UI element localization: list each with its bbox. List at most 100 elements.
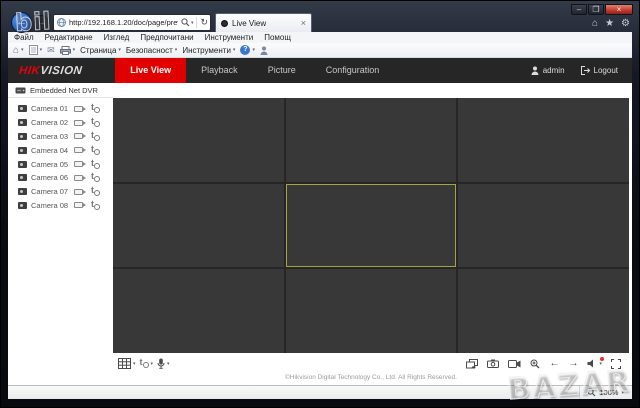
caret-icon: ▾ bbox=[233, 47, 236, 53]
forward-button[interactable]: → bbox=[34, 15, 49, 30]
read-mail-button[interactable]: ✉ bbox=[47, 45, 55, 56]
menu-view[interactable]: Изглед bbox=[104, 33, 130, 42]
camera-label[interactable]: Camera 02 bbox=[31, 118, 70, 127]
minimize-button[interactable]: – bbox=[571, 4, 587, 15]
camera-label[interactable]: Camera 05 bbox=[31, 160, 70, 169]
mail-icon: ✉ bbox=[47, 45, 55, 56]
safety-menu[interactable]: Безопасност ▾ bbox=[126, 46, 177, 55]
menu-help[interactable]: Помощ bbox=[264, 33, 291, 42]
camera-record-icon[interactable] bbox=[91, 132, 100, 141]
copyright-footer: ©Hikvision Digital Technology Co., Ltd. … bbox=[113, 374, 629, 381]
caret-icon: ▾ bbox=[175, 47, 178, 53]
browser-tab[interactable]: Live View × bbox=[215, 13, 312, 32]
next-page-icon[interactable]: → bbox=[568, 359, 578, 369]
camera-record-icon[interactable] bbox=[91, 160, 100, 169]
camera-label[interactable]: Camera 04 bbox=[31, 146, 70, 155]
search-dropdown-icon[interactable]: ▾ bbox=[191, 20, 194, 26]
tab-close-icon[interactable]: × bbox=[301, 18, 306, 28]
digital-zoom-button[interactable] bbox=[530, 359, 540, 369]
camera-stream-icon[interactable] bbox=[74, 175, 83, 181]
camera-stream-icon[interactable] bbox=[74, 189, 83, 195]
home-icon[interactable]: ⌂ bbox=[592, 18, 598, 30]
camera-label[interactable]: Camera 03 bbox=[31, 132, 70, 141]
video-cell[interactable] bbox=[113, 184, 284, 268]
camera-stream-icon[interactable] bbox=[74, 133, 83, 139]
search-icon[interactable]: ▾ bbox=[181, 18, 194, 27]
camera-list-item[interactable]: Camera 03 bbox=[8, 130, 113, 144]
device-node[interactable]: Embedded Net DVR bbox=[8, 83, 113, 98]
video-cell[interactable] bbox=[458, 98, 629, 182]
camera-stream-icon[interactable] bbox=[74, 202, 83, 208]
camera-record-icon[interactable] bbox=[91, 146, 100, 155]
camera-record-icon[interactable] bbox=[91, 173, 100, 182]
camera-stream-icon[interactable] bbox=[74, 106, 83, 112]
settings-gear-icon[interactable]: ⚙ bbox=[621, 18, 630, 30]
page-menu[interactable]: Страница ▾ bbox=[80, 46, 121, 55]
account-button[interactable] bbox=[260, 46, 268, 55]
two-way-audio-button[interactable]: ▾ bbox=[157, 358, 170, 369]
address-bar[interactable]: http://192.168.1.20/doc/page/preview.asp… bbox=[53, 14, 211, 31]
home-button[interactable]: ⌂ ▾ bbox=[13, 45, 24, 56]
feeds-button[interactable]: ▾ bbox=[29, 45, 43, 55]
camera-record-icon[interactable] bbox=[91, 118, 100, 127]
device-name: Embedded Net DVR bbox=[30, 86, 98, 95]
video-cell[interactable] bbox=[113, 98, 284, 182]
window-division-button[interactable]: ▾ bbox=[118, 358, 136, 369]
tab-title[interactable]: Live View bbox=[232, 19, 297, 28]
camera-list-item[interactable]: Camera 07 bbox=[8, 185, 113, 199]
favorites-star-icon[interactable]: ★ bbox=[605, 18, 614, 30]
tools-menu[interactable]: Инструменти ▾ bbox=[182, 46, 235, 55]
window-controls: – ❐ × bbox=[571, 4, 633, 15]
audio-volume-button[interactable]: ▾ bbox=[587, 359, 602, 368]
camera-record-icon[interactable] bbox=[91, 201, 100, 210]
main-nav: Live View Playback Picture Configuration bbox=[115, 58, 394, 83]
camera-list-item[interactable]: Camera 06 bbox=[8, 171, 113, 185]
video-cell[interactable] bbox=[286, 269, 457, 353]
tab-live-view[interactable]: Live View bbox=[115, 58, 186, 83]
logout-button[interactable]: Logout bbox=[581, 66, 618, 75]
camera-stream-icon[interactable] bbox=[74, 161, 83, 167]
full-screen-button[interactable] bbox=[611, 359, 621, 369]
menu-edit[interactable]: Редактиране bbox=[45, 33, 93, 42]
video-cell[interactable] bbox=[286, 98, 457, 182]
video-cell[interactable] bbox=[458, 184, 629, 268]
camera-stream-icon[interactable] bbox=[74, 147, 83, 153]
close-button[interactable]: × bbox=[605, 4, 633, 15]
capture-button[interactable] bbox=[487, 359, 499, 368]
camera-list-item[interactable]: Camera 02 bbox=[8, 116, 113, 130]
help-icon: ? bbox=[240, 45, 250, 55]
camera-label[interactable]: Camera 08 bbox=[31, 201, 70, 210]
camera-list-item[interactable]: Camera 05 bbox=[8, 157, 113, 171]
stop-all-button[interactable] bbox=[466, 359, 478, 369]
tab-configuration[interactable]: Configuration bbox=[311, 58, 395, 83]
camera-label[interactable]: Camera 01 bbox=[31, 104, 70, 113]
help-button[interactable]: ? ▾ bbox=[240, 45, 255, 55]
previous-page-icon[interactable]: ← bbox=[549, 359, 559, 369]
video-cell[interactable] bbox=[113, 269, 284, 353]
video-cell[interactable] bbox=[458, 269, 629, 353]
camera-list-item[interactable]: Camera 04 bbox=[8, 143, 113, 157]
menu-file[interactable]: Файл bbox=[14, 33, 34, 42]
browser-zoom-control[interactable]: 100% ▾ bbox=[579, 386, 632, 399]
camera-list-item[interactable]: Camera 01 bbox=[8, 102, 113, 116]
menu-favorites[interactable]: Предпочитани bbox=[140, 33, 193, 42]
maximize-button[interactable]: ❐ bbox=[588, 4, 604, 15]
menu-tools[interactable]: Инструменти bbox=[205, 33, 254, 42]
camera-record-icon[interactable] bbox=[91, 104, 100, 113]
video-cell-selected[interactable] bbox=[286, 184, 457, 268]
refresh-icon[interactable]: ↻ bbox=[200, 15, 208, 30]
camera-stream-icon[interactable] bbox=[74, 120, 83, 126]
viewer-toolbar: ▾ ▾ ▾ bbox=[113, 355, 629, 372]
camera-record-icon[interactable] bbox=[91, 187, 100, 196]
print-button[interactable]: ▾ bbox=[60, 46, 76, 55]
tab-playback[interactable]: Playback bbox=[186, 58, 253, 83]
url-text[interactable]: http://192.168.1.20/doc/page/preview.asp bbox=[69, 18, 178, 27]
camera-list-item[interactable]: Camera 08 bbox=[8, 199, 113, 213]
camera-icon bbox=[18, 161, 27, 168]
camera-label[interactable]: Camera 06 bbox=[31, 173, 70, 182]
tab-picture[interactable]: Picture bbox=[253, 58, 311, 83]
back-button[interactable]: ← bbox=[11, 12, 32, 33]
camera-label[interactable]: Camera 07 bbox=[31, 187, 70, 196]
record-button[interactable] bbox=[508, 360, 521, 368]
stream-type-button[interactable]: ▾ bbox=[140, 359, 154, 368]
